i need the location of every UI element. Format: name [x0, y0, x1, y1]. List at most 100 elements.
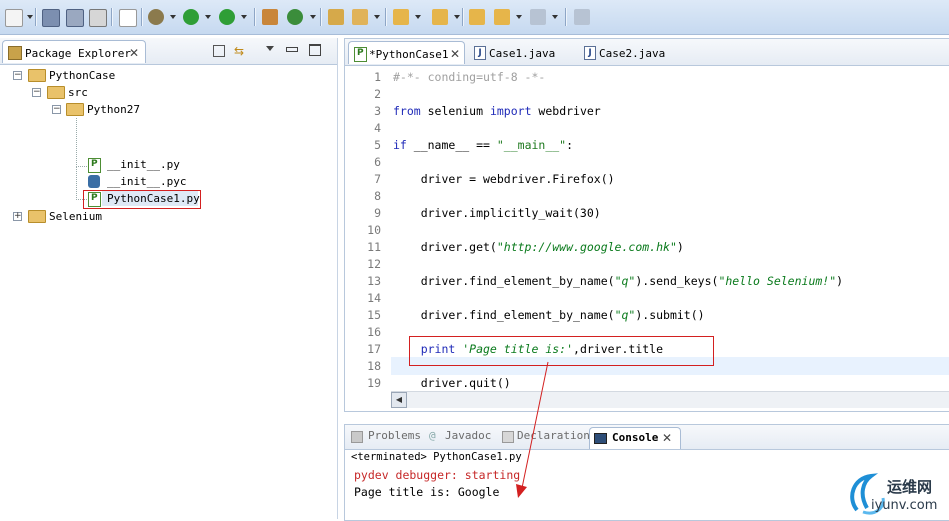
keyword-token: from [393, 104, 421, 118]
debug-icon[interactable] [148, 9, 164, 25]
tree-item-selenium[interactable]: Selenium [49, 210, 102, 223]
chevron-down-icon[interactable] [454, 15, 460, 19]
line-number: 14 [367, 291, 381, 305]
chevron-down-icon[interactable] [205, 15, 211, 19]
chevron-down-icon[interactable] [552, 15, 558, 19]
code-line-1: #-*- conding=utf-8 -*- [393, 70, 545, 84]
view-menu-icon[interactable] [266, 46, 274, 51]
code-line-19: driver.quit() [393, 376, 511, 390]
collapse-all-icon[interactable] [213, 45, 225, 57]
save-icon[interactable] [42, 9, 60, 27]
toolbar-separator [111, 8, 113, 26]
chevron-down-icon[interactable] [241, 15, 247, 19]
collapse-icon[interactable]: − [32, 88, 41, 97]
tab-declaration[interactable]: Declaration [517, 429, 590, 442]
toolbar-separator [565, 8, 567, 26]
minimize-icon[interactable] [286, 47, 298, 52]
pin-editor-icon[interactable] [574, 9, 590, 25]
tree-item-src[interactable]: src [68, 86, 88, 99]
code-line-3: from selenium import webdriver [393, 104, 601, 118]
tab-problems[interactable]: Problems [368, 429, 421, 442]
tab-pythoncase1-label: *PythonCase1 [369, 48, 449, 61]
line-number: 16 [367, 325, 381, 339]
string-token: "http://www.google.com.hk" [496, 240, 677, 254]
search-icon[interactable] [352, 9, 368, 25]
tree-item-init-pyc[interactable]: __init__.pyc [107, 175, 186, 188]
line-number: 15 [367, 308, 381, 322]
new-java-project-icon[interactable] [262, 9, 278, 25]
string-token: "hello Selenium!" [718, 274, 837, 288]
scroll-left-icon[interactable]: ◀ [391, 392, 407, 408]
external-tools-icon[interactable] [219, 9, 235, 25]
code-line-5: if __name__ == "__main__": [393, 138, 573, 152]
chevron-down-icon[interactable] [374, 15, 380, 19]
horizontal-scrollbar[interactable]: ◀ [391, 391, 949, 408]
code-token: driver.find_element_by_name( [393, 274, 615, 288]
link-with-editor-icon[interactable]: ⇆ [234, 44, 244, 58]
close-icon[interactable]: ✕ [129, 46, 139, 60]
tab-package-explorer-label: Package Explorer [25, 47, 131, 60]
forward-icon[interactable] [530, 9, 546, 25]
tree-item-pythoncase1-py[interactable]: PythonCase1.py [107, 192, 200, 205]
tab-case1-java[interactable]: J Case1.java [472, 41, 572, 63]
tab-javadoc[interactable]: Javadoc [445, 429, 491, 442]
maximize-icon[interactable] [309, 44, 321, 56]
line-number: 19 [367, 376, 381, 390]
toolbar-separator [254, 8, 256, 26]
line-number: 3 [374, 104, 381, 118]
new-icon[interactable] [5, 9, 23, 27]
python-file-icon: P [88, 192, 101, 207]
package-explorer-icon [8, 46, 22, 60]
line-number: 13 [367, 274, 381, 288]
code-token: driver.get( [393, 240, 497, 254]
back-icon[interactable] [494, 9, 510, 25]
python-file-icon: P [88, 158, 101, 173]
line-number: 4 [374, 121, 381, 135]
collapse-icon[interactable]: − [52, 105, 61, 114]
tree-item-python27[interactable]: Python27 [87, 103, 140, 116]
collapse-icon[interactable]: − [13, 71, 22, 80]
source-folder-icon [47, 86, 65, 99]
previous-annotation-icon[interactable] [432, 9, 448, 25]
expand-icon[interactable]: + [13, 212, 22, 221]
toolbar-separator [141, 8, 143, 26]
skip-breakpoints-icon[interactable] [119, 9, 137, 27]
chevron-down-icon[interactable] [415, 15, 421, 19]
chevron-down-icon[interactable] [516, 15, 522, 19]
console-line-output: Page title is: Google [354, 485, 500, 499]
print-icon[interactable] [89, 9, 107, 27]
problems-icon [351, 431, 363, 443]
comment-token: #-*- conding=utf-8 -*- [393, 70, 546, 84]
logo-url: iyunv.com [871, 498, 938, 513]
chevron-down-icon[interactable] [170, 15, 176, 19]
terminated-label: <terminated> PythonCase1.py [351, 451, 522, 463]
code-token: ) [676, 240, 684, 254]
code-token: : [566, 138, 574, 152]
line-number: 9 [374, 206, 381, 220]
code-line-9: driver.implicitly_wait(30) [393, 206, 601, 220]
chevron-down-icon[interactable] [27, 15, 33, 19]
tree-item-pythoncase[interactable]: PythonCase [49, 69, 115, 82]
code-line-13: driver.find_element_by_name("q").send_ke… [393, 274, 843, 288]
tab-pythoncase1[interactable]: P *PythonCase1 ✕ [348, 41, 465, 64]
declaration-icon [502, 431, 514, 443]
code-line-15: driver.find_element_by_name("q").submit(… [393, 308, 705, 322]
tab-case2-java[interactable]: J Case2.java [582, 41, 682, 63]
next-annotation-icon[interactable] [393, 9, 409, 25]
close-icon[interactable]: ✕ [450, 47, 460, 61]
line-number: 2 [374, 87, 381, 101]
code-token: webdriver [531, 104, 601, 118]
last-edit-location-icon[interactable] [469, 9, 485, 25]
save-all-icon[interactable] [66, 9, 84, 27]
tab-console[interactable]: Console ✕ [589, 427, 681, 449]
chevron-down-icon[interactable] [310, 15, 316, 19]
code-token: __name__ == [406, 138, 497, 152]
open-type-icon[interactable] [328, 9, 344, 25]
tree-item-init-py[interactable]: __init__.py [107, 158, 180, 171]
new-class-icon[interactable] [287, 9, 303, 25]
run-icon[interactable] [183, 9, 199, 25]
toolbar-separator [385, 8, 387, 26]
tab-package-explorer[interactable]: Package Explorer ✕ [2, 40, 146, 63]
close-icon[interactable]: ✕ [662, 431, 672, 445]
code-line-11: driver.get("http://www.google.com.hk") [393, 240, 684, 254]
